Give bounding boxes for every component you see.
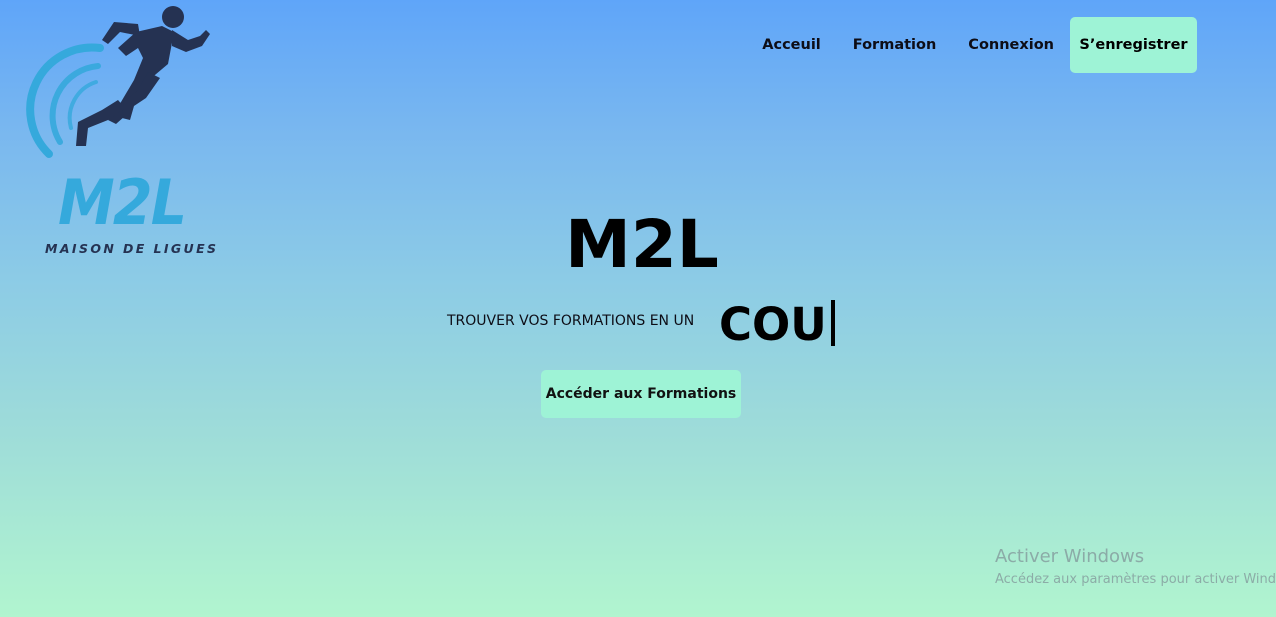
windows-activation-watermark: Activer Windows Accédez aux paramètres p… <box>995 545 1276 590</box>
main-nav: Acceuil Formation Connexion S’enregistre… <box>762 17 1197 73</box>
hero-title: M2L <box>565 206 719 283</box>
typing-cursor <box>830 300 835 346</box>
watermark-title: Activer Windows <box>995 546 1145 567</box>
register-button[interactable]: S’enregistrer <box>1070 17 1197 73</box>
typed-text: COU <box>719 298 827 351</box>
nav-link-formation[interactable]: Formation <box>853 37 937 53</box>
access-formations-button[interactable]: Accéder aux Formations <box>541 370 741 418</box>
hero-tagline: TROUVER VOS FORMATIONS EN UN <box>447 313 695 329</box>
typed-text-wrapper: COU <box>719 296 835 354</box>
nav-link-connexion[interactable]: Connexion <box>968 37 1054 53</box>
watermark-subtitle: Accédez aux paramètres pour activer Wind… <box>995 572 1276 587</box>
nav-link-accueil[interactable]: Acceuil <box>762 37 821 53</box>
runner-icon <box>26 6 210 158</box>
